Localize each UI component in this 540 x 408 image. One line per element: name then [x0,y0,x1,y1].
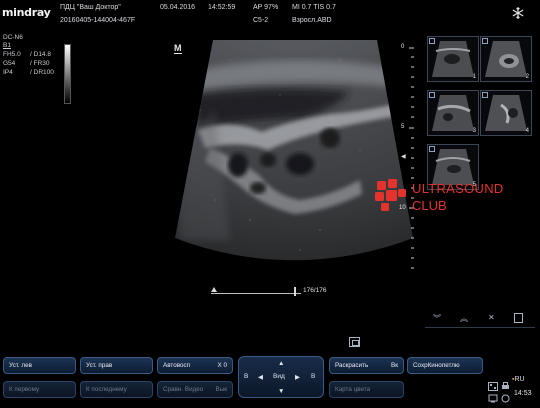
nav-right-icon[interactable]: ▶ [295,373,300,381]
cine-end-marker-icon[interactable] [294,287,296,296]
compare-video-label: Сравн. Видео [163,386,204,393]
cine-frame-counter: 176/176 [303,287,327,294]
set-right-button[interactable]: Уст. прав [80,357,153,374]
thumbnail-select-box[interactable] [429,92,435,98]
dark-cavity [260,153,276,167]
nav-down-icon[interactable]: ▼ [278,388,284,395]
thumbnail-select-box[interactable] [429,146,435,152]
depth-tick-5: 5 [401,124,405,130]
color-map-button[interactable]: Карта цвета [329,381,404,398]
autoplay-button[interactable]: Автовосп X 0 [157,357,233,374]
ultrasound-club-logo [372,177,410,213]
autoplay-value: X 0 [217,362,227,369]
report-icon[interactable] [514,313,523,323]
thumbnail-number: 2 [525,74,529,80]
compare-video-value: Вык [215,386,227,393]
thumbnail-select-box[interactable] [482,92,488,98]
dark-cavity [250,182,266,194]
dark-cavity [286,153,314,175]
go-first-button[interactable]: К первому [3,381,76,398]
set-right-label: Уст. прав [86,362,113,369]
depth-scale [409,45,415,275]
nav-up-icon[interactable]: ▲ [278,360,284,367]
thumbnail[interactable]: 3 [427,90,479,136]
thumbnail-select-box[interactable] [482,38,488,44]
watermark-line2: CLUB [412,198,447,213]
dark-cavity [228,153,248,177]
view-navpad[interactable]: ▲ ▼ B ◀ Вид ▶ B [238,356,324,398]
dark-cavity [320,128,340,148]
navpad-right-label[interactable]: B [311,373,315,380]
set-left-label: Уст. лев [9,362,32,369]
colorize-value: Вк [391,362,398,369]
cine-start-marker-icon[interactable] [211,287,217,292]
screen-layout-icon[interactable] [349,337,360,347]
go-last-label: К последнему [86,386,127,393]
thumbnail-select-box[interactable] [429,38,435,44]
cine-progress-bar[interactable] [211,293,301,294]
thumbnail-number: 4 [525,128,529,134]
language-indicator[interactable]: ▪RU [512,376,525,383]
scroll-top-icon[interactable]: ︽ [460,313,468,324]
thumbnail[interactable]: 2 [480,36,532,82]
focus-marker-icon: ◀ [401,154,406,160]
colorize-button[interactable]: Раскрасить Вк [329,357,404,374]
autoplay-label: Автовосп [163,362,191,369]
watermark-line1: ULTRASOUND [412,181,504,196]
save-cine-label: СохрКинопетлю [413,362,460,369]
save-cine-button[interactable]: СохрКинопетлю [407,357,483,374]
language-label: RU [514,376,525,383]
thumbnail-number: 1 [472,74,476,80]
navpad-left-label[interactable]: B [244,373,248,380]
thumbnail[interactable]: 4 [480,90,532,136]
thumbnail-divider [425,327,535,328]
delete-icon[interactable]: ✕ [488,313,495,322]
media-icon[interactable] [488,378,498,391]
nav-left-icon[interactable]: ◀ [258,373,263,381]
network-icon [488,390,498,403]
navpad-center-label: Вид [273,373,285,380]
scroll-bottom-icon[interactable]: ︾ [433,313,441,324]
color-map-label: Карта цвета [335,386,371,393]
thumbnail-number: 3 [472,128,476,134]
go-last-button[interactable]: К последнему [80,381,153,398]
thumbnail[interactable]: 1 [427,36,479,82]
status-icon [501,390,510,403]
depth-tick-0: 0 [401,44,405,50]
compare-video-button[interactable]: Сравн. Видео Вык [157,381,233,398]
clock: 14:53 [514,390,532,397]
printer-icon[interactable] [501,378,510,389]
colorize-label: Раскрасить [335,362,369,369]
go-first-label: К первому [9,386,40,393]
set-left-button[interactable]: Уст. лев [3,357,76,374]
